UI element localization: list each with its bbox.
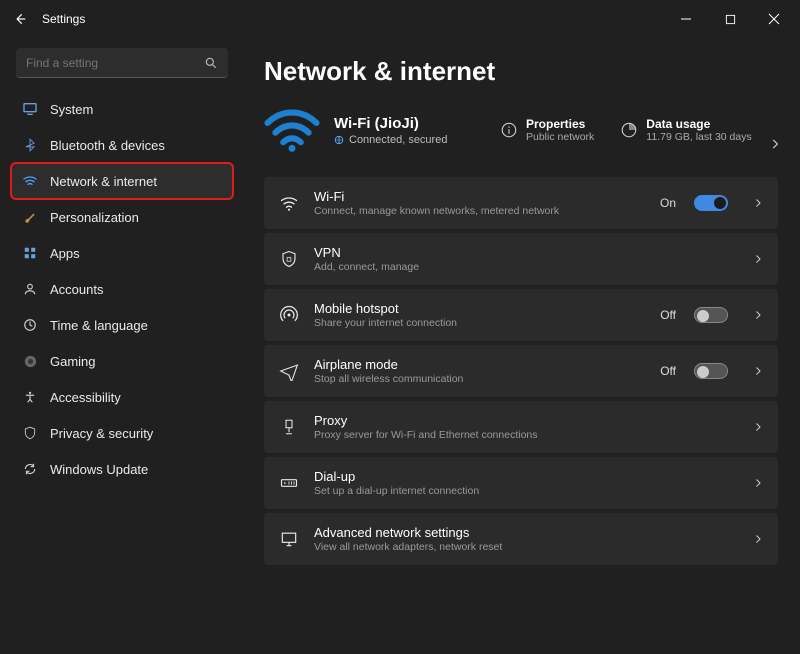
- update-icon: [22, 461, 38, 477]
- row-dialup[interactable]: Dial-up Set up a dial-up internet connec…: [264, 457, 778, 509]
- row-advanced[interactable]: Advanced network settings View all netwo…: [264, 513, 778, 565]
- sidebar-item-gaming[interactable]: Gaming: [12, 344, 232, 378]
- toggle-state-label: Off: [660, 308, 676, 322]
- wifi-icon: [278, 192, 300, 214]
- page-title: Network & internet: [264, 56, 778, 87]
- minimize-icon: [680, 13, 692, 25]
- search-box[interactable]: [16, 48, 228, 78]
- sidebar-item-label: Accounts: [50, 282, 103, 297]
- titlebar: Settings: [0, 0, 800, 38]
- advanced-network-icon: [278, 528, 300, 550]
- accessibility-icon: [22, 389, 38, 405]
- sidebar-item-label: Accessibility: [50, 390, 121, 405]
- close-button[interactable]: [752, 4, 796, 34]
- sidebar-item-label: Network & internet: [50, 174, 157, 189]
- sidebar-item-personalization[interactable]: Personalization: [12, 200, 232, 234]
- sidebar-item-label: Privacy & security: [50, 426, 153, 441]
- window-title: Settings: [42, 12, 85, 26]
- arrow-left-icon: [13, 12, 27, 26]
- toggle-state-label: On: [660, 196, 676, 210]
- sidebar-item-update[interactable]: Windows Update: [12, 452, 232, 486]
- search-input[interactable]: [26, 56, 204, 70]
- sidebar-item-label: Apps: [50, 246, 80, 261]
- sidebar-item-label: Gaming: [50, 354, 96, 369]
- ssid-label: Wi-Fi (JioJi): [334, 115, 474, 132]
- clock-globe-icon: [22, 317, 38, 333]
- sidebar: System Bluetooth & devices Network & int…: [0, 38, 242, 654]
- maximize-icon: [725, 14, 736, 25]
- accounts-icon: [22, 281, 38, 297]
- sidebar-item-apps[interactable]: Apps: [12, 236, 232, 270]
- chevron-right-icon: [752, 533, 764, 545]
- bluetooth-icon: [22, 137, 38, 153]
- chevron-right-icon: [768, 137, 782, 151]
- wifi-icon: [22, 173, 38, 189]
- close-icon: [768, 13, 780, 25]
- info-icon: [500, 121, 518, 139]
- brush-icon: [22, 209, 38, 225]
- wifi-large-icon: [264, 107, 320, 153]
- airplane-toggle[interactable]: [694, 363, 728, 379]
- data-usage-block[interactable]: Data usage 11.79 GB, last 30 days: [620, 117, 751, 143]
- chevron-right-icon: [752, 197, 764, 209]
- row-wifi[interactable]: Wi-Fi Connect, manage known networks, me…: [264, 177, 778, 229]
- data-usage-icon: [620, 121, 638, 139]
- proxy-icon: [278, 416, 300, 438]
- settings-list: Wi-Fi Connect, manage known networks, me…: [264, 177, 778, 575]
- sidebar-item-accessibility[interactable]: Accessibility: [12, 380, 232, 414]
- chevron-right-icon: [752, 309, 764, 321]
- row-proxy[interactable]: Proxy Proxy server for Wi-Fi and Etherne…: [264, 401, 778, 453]
- airplane-icon: [278, 360, 300, 382]
- apps-icon: [22, 245, 38, 261]
- chevron-right-icon: [752, 477, 764, 489]
- search-icon: [204, 56, 218, 70]
- sidebar-item-network[interactable]: Network & internet: [12, 164, 232, 198]
- sidebar-item-label: System: [50, 102, 93, 117]
- connection-state: Connected, secured: [334, 134, 474, 146]
- sidebar-item-bluetooth[interactable]: Bluetooth & devices: [12, 128, 232, 162]
- shield-icon: [22, 425, 38, 441]
- connection-status-card[interactable]: Wi-Fi (JioJi) Connected, secured Propert…: [264, 105, 778, 171]
- main-content: Network & internet Wi-Fi (JioJi) Connect…: [242, 38, 800, 654]
- toggle-state-label: Off: [660, 364, 676, 378]
- row-hotspot[interactable]: Mobile hotspot Share your internet conne…: [264, 289, 778, 341]
- chevron-right-icon: [752, 421, 764, 433]
- sidebar-item-time[interactable]: Time & language: [12, 308, 232, 342]
- dialup-icon: [278, 472, 300, 494]
- back-button[interactable]: [4, 3, 36, 35]
- sidebar-item-label: Personalization: [50, 210, 139, 225]
- sidebar-item-label: Windows Update: [50, 462, 148, 477]
- chevron-right-icon: [752, 253, 764, 265]
- globe-icon: [334, 135, 344, 145]
- gaming-icon: [22, 353, 38, 369]
- sidebar-item-accounts[interactable]: Accounts: [12, 272, 232, 306]
- sidebar-item-label: Time & language: [50, 318, 148, 333]
- sidebar-nav: System Bluetooth & devices Network & int…: [10, 92, 234, 486]
- shield-lock-icon: [278, 248, 300, 270]
- hotspot-toggle[interactable]: [694, 307, 728, 323]
- sidebar-item-system[interactable]: System: [12, 92, 232, 126]
- hotspot-icon: [278, 304, 300, 326]
- row-airplane[interactable]: Airplane mode Stop all wireless communic…: [264, 345, 778, 397]
- minimize-button[interactable]: [664, 4, 708, 34]
- system-icon: [22, 101, 38, 117]
- chevron-right-icon: [752, 365, 764, 377]
- sidebar-item-label: Bluetooth & devices: [50, 138, 165, 153]
- sidebar-item-privacy[interactable]: Privacy & security: [12, 416, 232, 450]
- properties-block[interactable]: Properties Public network: [500, 117, 594, 143]
- maximize-button[interactable]: [708, 4, 752, 34]
- row-vpn[interactable]: VPN Add, connect, manage: [264, 233, 778, 285]
- wifi-toggle[interactable]: [694, 195, 728, 211]
